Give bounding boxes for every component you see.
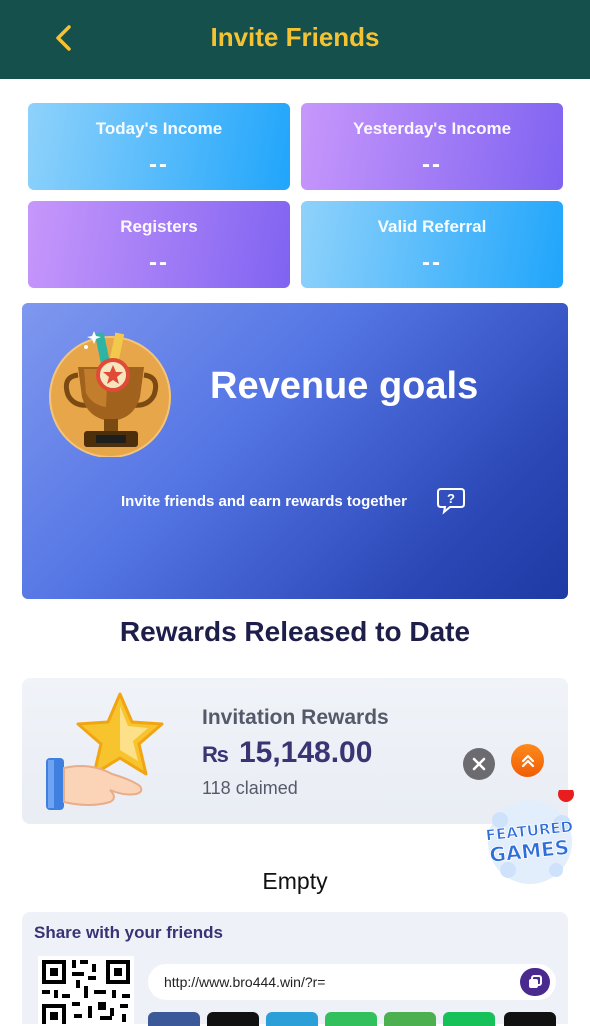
invite-link-field[interactable]: http://www.bro444.win/?r= — [148, 964, 556, 1000]
section-title: Rewards Released to Date — [119, 616, 471, 647]
empty-state-text: Empty — [262, 868, 328, 894]
stat-value: -- — [149, 151, 169, 178]
stat-label: Yesterday's Income — [352, 119, 512, 138]
trophy-icon — [49, 331, 171, 457]
goals-subtitle: Invite friends and earn rewards together — [121, 493, 407, 510]
page-title: Invite Friends — [210, 22, 380, 52]
scroll-top-button[interactable] — [511, 744, 544, 777]
double-chevron-up-icon — [521, 754, 534, 767]
notification-dot — [558, 790, 574, 802]
revenue-goals-banner[interactable]: Revenue goals Invite friends and earn re… — [22, 303, 568, 599]
claimed-count: 118 claimed — [202, 778, 298, 798]
copy-link-button[interactable] — [520, 968, 550, 996]
copy-icon — [529, 975, 542, 988]
reward-name: Invitation Rewards — [202, 706, 389, 729]
share-card: Share with your friends http://www.bro44… — [22, 912, 568, 1026]
reward-amount: 15,148.00 — [238, 736, 373, 769]
reward-amount-row: ₨ 15,148.00 — [202, 736, 372, 770]
qr-code — [38, 956, 134, 1024]
currency-symbol: ₨ — [202, 742, 229, 767]
invite-link-text: http://www.bro444.win/?r= — [164, 974, 326, 990]
stat-value: -- — [422, 249, 442, 276]
yesterdays-income-card: Yesterday's Income -- — [301, 103, 563, 190]
goals-title: Revenue goals — [210, 365, 479, 407]
stat-label: Valid Referral — [377, 217, 487, 236]
stat-label: Today's Income — [95, 119, 223, 138]
stat-value: -- — [422, 151, 442, 178]
todays-income-card: Today's Income -- — [28, 103, 290, 190]
valid-referral-card: Valid Referral -- — [301, 201, 563, 288]
stat-value: -- — [149, 249, 169, 276]
close-icon — [472, 757, 486, 771]
share-title: Share with your friends — [34, 923, 223, 942]
hand-star-icon — [46, 692, 164, 810]
registers-card: Registers -- — [28, 201, 290, 288]
stat-label: Registers — [120, 217, 198, 236]
top-header: Invite Friends — [0, 0, 590, 79]
close-button[interactable] — [463, 748, 495, 780]
help-icon[interactable]: ? — [436, 485, 466, 515]
svg-text:?: ? — [447, 491, 455, 506]
